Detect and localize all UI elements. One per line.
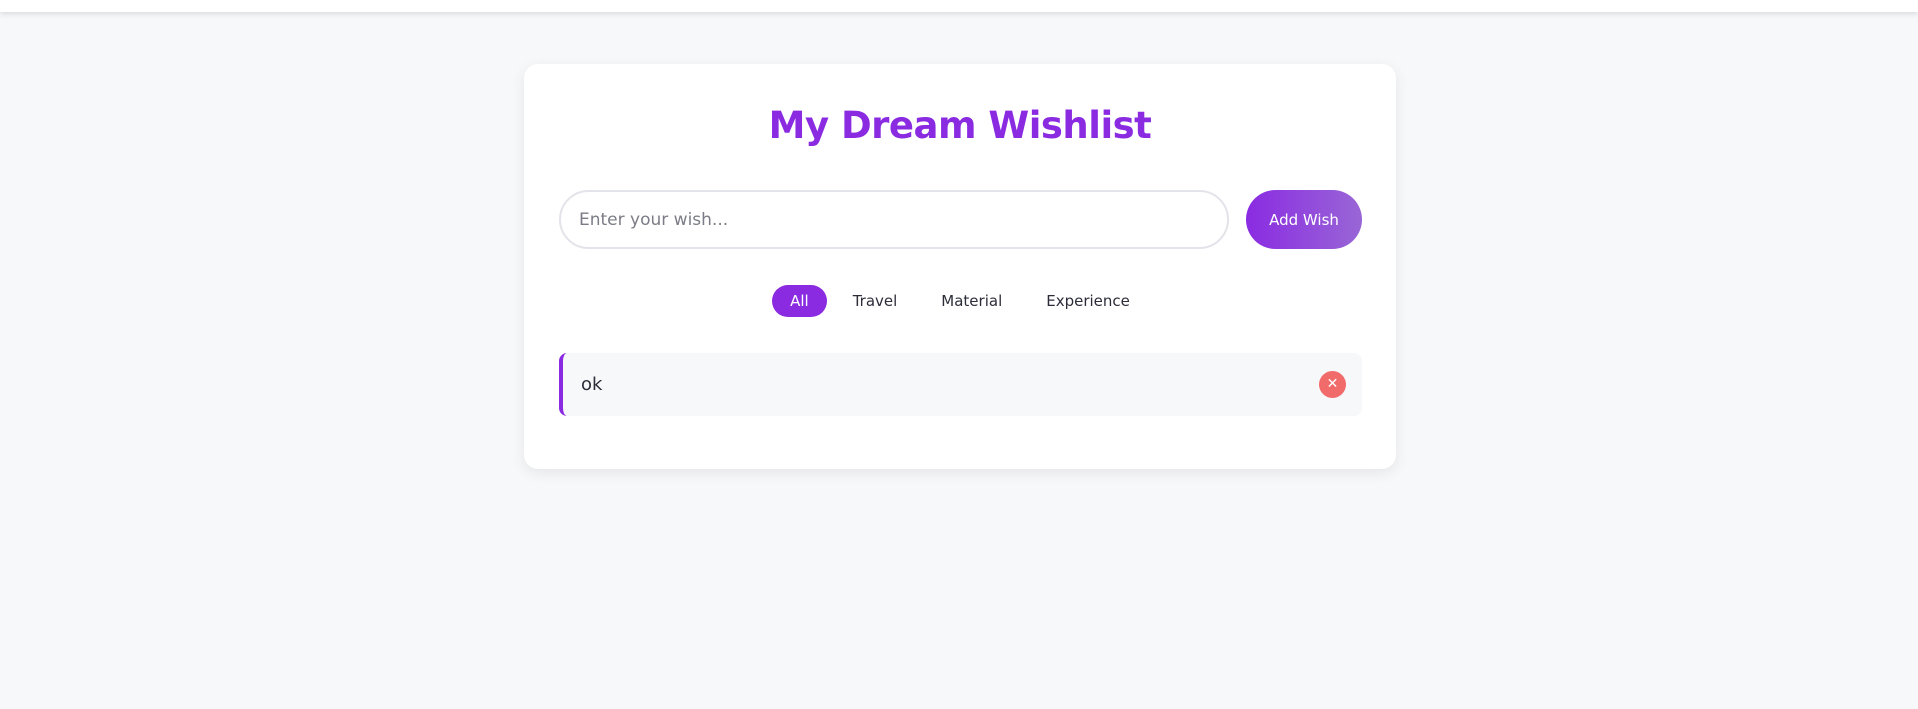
add-wish-button[interactable]: Add Wish [1246, 190, 1362, 249]
filter-all[interactable]: All [772, 285, 827, 317]
close-icon: ✕ [1326, 376, 1339, 392]
top-bar [0, 0, 1918, 12]
filter-material[interactable]: Material [923, 285, 1020, 317]
filter-experience[interactable]: Experience [1028, 285, 1148, 317]
filter-travel[interactable]: Travel [835, 285, 916, 317]
wish-text: ok [581, 374, 603, 395]
wish-input[interactable] [559, 190, 1229, 249]
wishlist-card: My Dream Wishlist Add Wish All Travel Ma… [524, 64, 1396, 469]
filter-bar: All Travel Material Experience [524, 285, 1396, 317]
page-title: My Dream Wishlist [768, 104, 1152, 147]
wish-item: ok ✕ [559, 353, 1362, 416]
remove-wish-button[interactable]: ✕ [1319, 371, 1346, 398]
